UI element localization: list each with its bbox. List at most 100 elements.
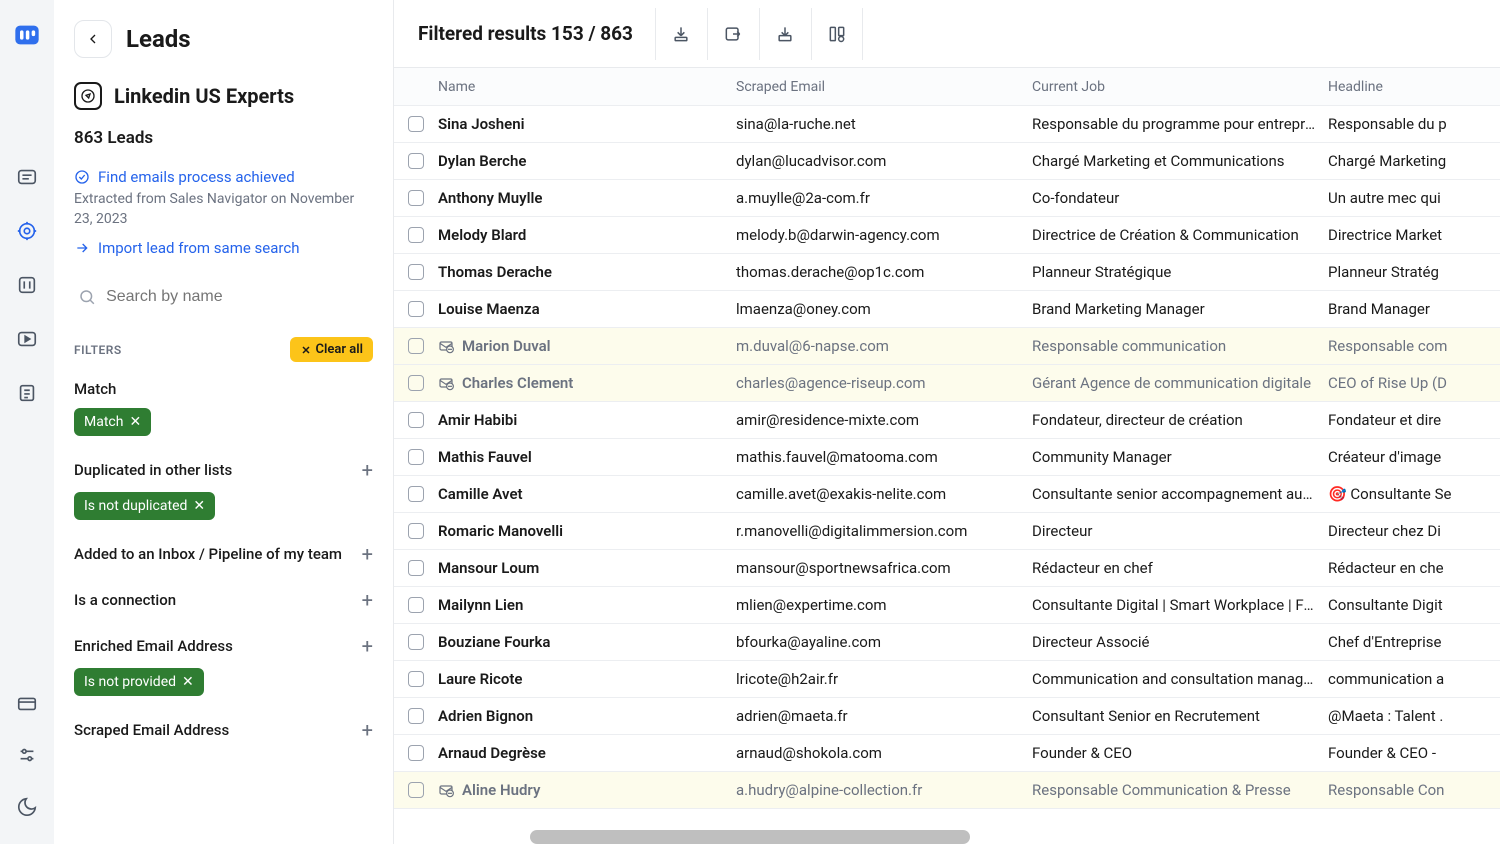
table-row[interactable]: Dylan Berchedylan@lucadvisor.comChargé M… — [394, 143, 1500, 180]
row-checkbox[interactable] — [408, 782, 424, 798]
settings-icon[interactable] — [10, 738, 44, 772]
leads-table[interactable]: Name Scraped Email Current Job Headline … — [394, 68, 1500, 844]
table-row[interactable]: Romaric Manovellir.manovelli@digitalimme… — [394, 513, 1500, 550]
row-checkbox[interactable] — [408, 745, 424, 761]
sidebar: Leads Linkedin US Experts 863 Leads Find… — [54, 0, 394, 844]
moon-icon[interactable] — [10, 790, 44, 824]
search-box[interactable] — [74, 279, 373, 315]
lead-headline: Founder & CEO - — [1328, 744, 1500, 762]
main-panel: Filtered results 153 / 863 Name Scraped … — [394, 0, 1500, 844]
close-icon[interactable]: ✕ — [193, 498, 205, 514]
chip-match[interactable]: Match✕ — [74, 408, 151, 436]
add-filter-button[interactable]: + — [362, 588, 373, 612]
lead-name: Arnaud Degrèse — [438, 744, 546, 762]
table-row[interactable]: Mailynn Lienmlien@expertime.comConsultan… — [394, 587, 1500, 624]
lead-email: a.muylle@2a-com.fr — [736, 189, 1032, 207]
add-filter-button[interactable]: + — [362, 458, 373, 482]
add-filter-button[interactable]: + — [362, 718, 373, 742]
close-icon[interactable]: ✕ — [182, 674, 194, 690]
row-checkbox[interactable] — [408, 486, 424, 502]
row-checkbox[interactable] — [408, 708, 424, 724]
table-row[interactable]: Anthony Muyllea.muylle@2a-com.frCo-fonda… — [394, 180, 1500, 217]
table-row[interactable]: Marion Duvalm.duval@6-napse.comResponsab… — [394, 328, 1500, 365]
table-row[interactable]: Mathis Fauvelmathis.fauvel@matooma.comCo… — [394, 439, 1500, 476]
lead-headline: 🎯 Consultante Se — [1328, 485, 1500, 503]
target-icon[interactable] — [10, 214, 44, 248]
lead-email: sina@la-ruche.net — [736, 115, 1032, 133]
row-checkbox[interactable] — [408, 116, 424, 132]
lead-name: Dylan Berche — [438, 152, 526, 170]
table-row[interactable]: Louise Maenzalmaenza@oney.comBrand Marke… — [394, 291, 1500, 328]
table-row[interactable]: Sina Joshenisina@la-ruche.netResponsable… — [394, 106, 1500, 143]
col-job[interactable]: Current Job — [1032, 79, 1328, 95]
row-checkbox[interactable] — [408, 375, 424, 391]
row-checkbox[interactable] — [408, 412, 424, 428]
table-row[interactable]: Aline Hudrya.hudry@alpine-collection.frR… — [394, 772, 1500, 809]
lead-name: Sina Josheni — [438, 115, 525, 133]
play-icon[interactable] — [10, 322, 44, 356]
lead-job: Planneur Stratégique — [1032, 263, 1328, 281]
table-row[interactable]: Melody Blardmelody.b@darwin-agency.comDi… — [394, 217, 1500, 254]
row-checkbox[interactable] — [408, 523, 424, 539]
row-checkbox[interactable] — [408, 560, 424, 576]
chip-not-provided[interactable]: Is not provided✕ — [74, 668, 204, 696]
clear-all-button[interactable]: Clear all — [290, 337, 374, 362]
lead-email: lmaenza@oney.com — [736, 300, 1032, 318]
table-row[interactable]: Laure Ricotelricote@h2air.frCommunicatio… — [394, 661, 1500, 698]
lead-job: Community Manager — [1032, 448, 1328, 466]
lead-headline: communication a — [1328, 670, 1500, 688]
lead-name: Mansour Loum — [438, 559, 539, 577]
check-circle-icon — [74, 169, 90, 185]
import-link[interactable]: Import lead from same search — [74, 239, 373, 257]
col-name[interactable]: Name — [438, 79, 736, 95]
table-row[interactable]: Arnaud Degrèsearnaud@shokola.comFounder … — [394, 735, 1500, 772]
inbox-icon[interactable] — [10, 160, 44, 194]
column-settings-button[interactable] — [811, 8, 863, 60]
table-row[interactable]: Bouziane Fourkabfourka@ayaline.comDirect… — [394, 624, 1500, 661]
status-note: Extracted from Sales Navigator on Novemb… — [74, 190, 373, 229]
filter-enriched: Enriched Email Address+ Is not provided✕ — [74, 634, 373, 696]
notes-icon[interactable] — [10, 376, 44, 410]
lead-email: charles@agence-riseup.com — [736, 374, 1032, 392]
table-row[interactable]: Adrien Bignonadrien@maeta.frConsultant S… — [394, 698, 1500, 735]
lead-email: r.manovelli@digitalimmersion.com — [736, 522, 1032, 540]
add-filter-button[interactable]: + — [362, 542, 373, 566]
table-row[interactable]: Charles Clementcharles@agence-riseup.com… — [394, 365, 1500, 402]
lead-name: Adrien Bignon — [438, 707, 533, 725]
col-headline[interactable]: Headline — [1328, 79, 1500, 95]
pipeline-icon[interactable] — [10, 268, 44, 302]
download-button[interactable] — [655, 8, 707, 60]
row-checkbox[interactable] — [408, 338, 424, 354]
lead-email: a.hudry@alpine-collection.fr — [736, 781, 1032, 799]
lead-job: Brand Marketing Manager — [1032, 300, 1328, 318]
table-row[interactable]: Mansour Loummansour@sportnewsafrica.comR… — [394, 550, 1500, 587]
row-checkbox[interactable] — [408, 227, 424, 243]
add-filter-button[interactable]: + — [362, 634, 373, 658]
search-icon — [78, 287, 96, 307]
table-row[interactable]: Thomas Derachethomas.derache@op1c.comPla… — [394, 254, 1500, 291]
export-button[interactable] — [707, 8, 759, 60]
row-checkbox[interactable] — [408, 190, 424, 206]
horizontal-scrollbar[interactable] — [530, 830, 970, 844]
lead-job: Consultant Senior en Recrutement — [1032, 707, 1328, 725]
row-checkbox[interactable] — [408, 449, 424, 465]
search-input[interactable] — [106, 288, 369, 306]
filter-connection: Is a connection+ — [74, 588, 373, 612]
row-checkbox[interactable] — [408, 671, 424, 687]
col-email[interactable]: Scraped Email — [736, 79, 1032, 95]
row-checkbox[interactable] — [408, 301, 424, 317]
row-checkbox[interactable] — [408, 264, 424, 280]
row-checkbox[interactable] — [408, 597, 424, 613]
icon-rail — [0, 0, 54, 844]
row-checkbox[interactable] — [408, 634, 424, 650]
back-button[interactable] — [74, 20, 112, 58]
billing-icon[interactable] — [10, 686, 44, 720]
close-icon[interactable]: ✕ — [129, 414, 141, 430]
import-button[interactable] — [759, 8, 811, 60]
lead-name: Amir Habibi — [438, 411, 517, 429]
lead-headline: Rédacteur en che — [1328, 559, 1500, 577]
table-row[interactable]: Amir Habibiamir@residence-mixte.comFonda… — [394, 402, 1500, 439]
row-checkbox[interactable] — [408, 153, 424, 169]
chip-not-duplicated[interactable]: Is not duplicated✕ — [74, 492, 215, 520]
table-row[interactable]: Camille Avetcamille.avet@exakis-nelite.c… — [394, 476, 1500, 513]
